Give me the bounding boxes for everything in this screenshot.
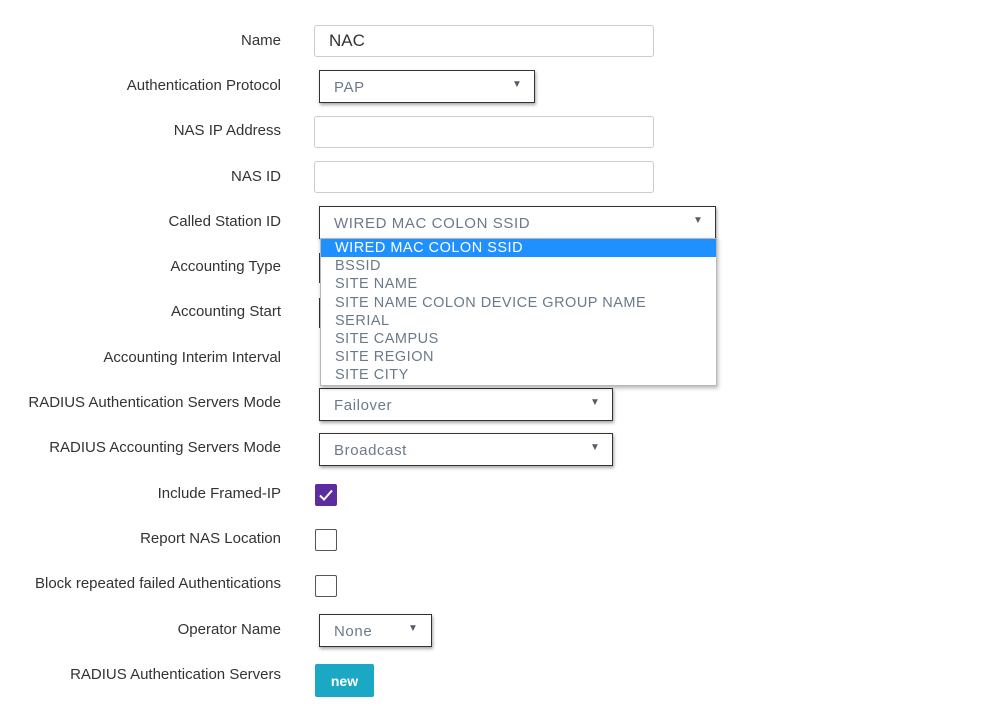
called-station-id-options: WIRED MAC COLON SSID BSSID SITE NAME SIT… bbox=[320, 238, 717, 386]
caret-down-icon: ▼ bbox=[590, 397, 601, 408]
option-bssid[interactable]: BSSID bbox=[321, 257, 716, 275]
option-site-name[interactable]: SITE NAME bbox=[321, 275, 716, 293]
caret-down-icon: ▼ bbox=[693, 215, 704, 226]
caret-down-icon: ▼ bbox=[512, 79, 523, 90]
option-site-region[interactable]: SITE REGION bbox=[321, 348, 716, 366]
nas-ip-label: NAS IP Address bbox=[173, 122, 281, 139]
auth-protocol-value: PAP bbox=[334, 79, 365, 96]
option-serial[interactable]: SERIAL bbox=[321, 312, 716, 330]
auth-protocol-label: Authentication Protocol bbox=[126, 77, 281, 94]
caret-down-icon: ▼ bbox=[408, 623, 419, 634]
accounting-start-label: Accounting Start bbox=[170, 303, 281, 320]
option-wired-mac-colon-ssid[interactable]: WIRED MAC COLON SSID bbox=[321, 239, 716, 258]
report-nas-location-checkbox[interactable] bbox=[315, 529, 337, 551]
nas-id-input[interactable] bbox=[314, 161, 654, 193]
operator-name-select[interactable]: None ▼ bbox=[319, 614, 432, 647]
called-station-id-select[interactable]: WIRED MAC COLON SSID ▼ bbox=[319, 206, 716, 239]
accounting-interim-label: Accounting Interim Interval bbox=[103, 349, 281, 366]
block-failed-auth-checkbox[interactable] bbox=[315, 575, 337, 597]
operator-name-label: Operator Name bbox=[177, 621, 281, 638]
radius-acct-mode-value: Broadcast bbox=[334, 442, 407, 459]
new-radius-server-button[interactable]: new bbox=[315, 664, 374, 697]
include-framed-ip-checkbox[interactable] bbox=[315, 484, 337, 506]
accounting-type-label: Accounting Type bbox=[170, 258, 281, 275]
nas-ip-input[interactable] bbox=[314, 116, 654, 148]
caret-down-icon: ▼ bbox=[590, 442, 601, 453]
option-site-city[interactable]: SITE CITY bbox=[321, 366, 716, 384]
name-label: Name bbox=[240, 32, 281, 49]
radius-acct-mode-label: RADIUS Accounting Servers Mode bbox=[49, 439, 281, 456]
option-site-name-colon-device-group-name[interactable]: SITE NAME COLON DEVICE GROUP NAME bbox=[321, 294, 716, 312]
include-framed-ip-label: Include Framed-IP bbox=[157, 485, 281, 502]
checkmark-icon bbox=[319, 489, 333, 501]
auth-protocol-select[interactable]: PAP ▼ bbox=[319, 70, 535, 103]
nac-form: Name Authentication Protocol PAP ▼ NAS I… bbox=[0, 0, 999, 721]
radius-auth-mode-value: Failover bbox=[334, 397, 393, 414]
nas-id-label: NAS ID bbox=[230, 168, 281, 185]
operator-name-value: None bbox=[334, 623, 373, 640]
radius-auth-mode-select[interactable]: Failover ▼ bbox=[319, 388, 613, 421]
radius-acct-mode-select[interactable]: Broadcast ▼ bbox=[319, 433, 613, 466]
name-input[interactable] bbox=[314, 25, 654, 57]
radius-auth-mode-label: RADIUS Authentication Servers Mode bbox=[28, 394, 281, 411]
called-station-id-value: WIRED MAC COLON SSID bbox=[334, 215, 531, 232]
report-nas-location-label: Report NAS Location bbox=[140, 530, 281, 547]
block-failed-auth-label: Block repeated failed Authentications bbox=[35, 575, 281, 592]
radius-auth-servers-label: RADIUS Authentication Servers bbox=[70, 666, 281, 683]
option-site-campus[interactable]: SITE CAMPUS bbox=[321, 330, 716, 348]
called-station-id-label: Called Station ID bbox=[168, 213, 281, 230]
